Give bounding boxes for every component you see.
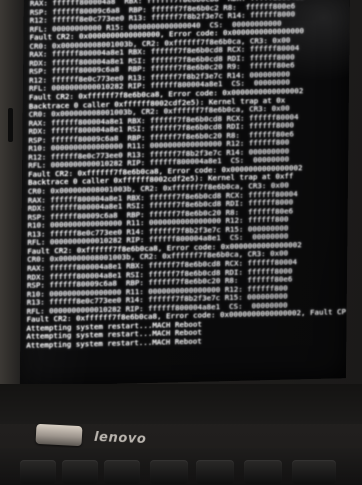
bezel-slot — [8, 108, 13, 142]
keyboard-key — [62, 460, 98, 484]
hinge — [35, 423, 83, 447]
keyboard-key — [150, 460, 188, 484]
screen-lower-bezel — [0, 384, 362, 424]
kernel-panic-console: RAX: ffffff800004a8 RBX: ffffff7f8e6b0cb… — [26, 0, 350, 350]
keyboard-key — [104, 460, 140, 484]
lenovo-logo: lenovo — [93, 429, 147, 448]
lcd-screen: RAX: ffffff800004a8 RBX: ffffff7f8e6b0cb… — [19, 0, 350, 387]
keyboard-key — [292, 460, 336, 484]
keyboard-key — [196, 460, 234, 484]
keyboard-key — [20, 460, 56, 484]
laptop-photo: RAX: ffffff800004a8 RBX: ffffff7f8e6b0cb… — [0, 0, 362, 485]
keyboard-key — [244, 460, 282, 484]
